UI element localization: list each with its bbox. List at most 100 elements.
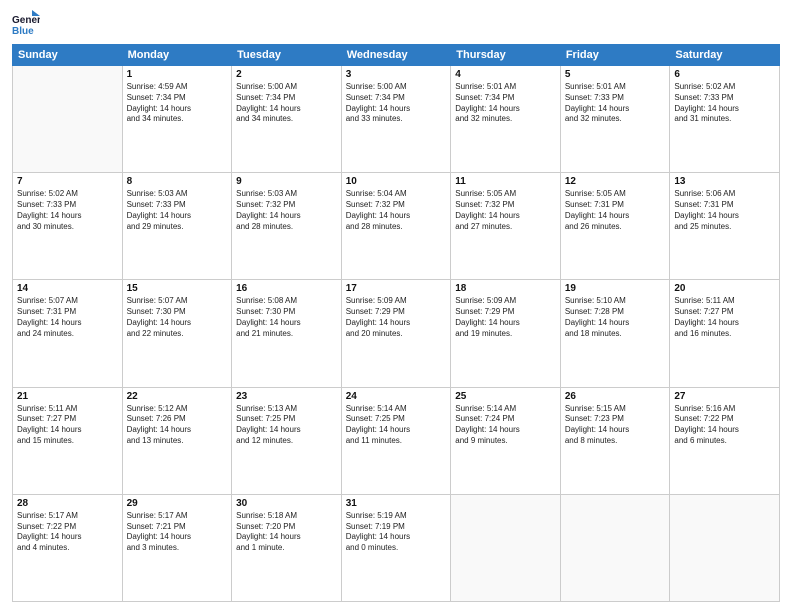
day-number: 22 <box>127 391 228 402</box>
svg-text:Blue: Blue <box>12 26 34 37</box>
day-number: 20 <box>674 283 775 294</box>
day-number: 9 <box>236 176 337 187</box>
logo: GeneralBlue <box>12 10 42 38</box>
cell-info: Sunrise: 5:08 AMSunset: 7:30 PMDaylight:… <box>236 296 337 339</box>
cell-info: Sunrise: 5:07 AMSunset: 7:31 PMDaylight:… <box>17 296 118 339</box>
calendar-cell <box>13 66 123 173</box>
day-number: 19 <box>565 283 666 294</box>
col-header-saturday: Saturday <box>670 45 780 66</box>
week-row-3: 14 Sunrise: 5:07 AMSunset: 7:31 PMDayligh… <box>13 280 780 387</box>
cell-info: Sunrise: 5:05 AMSunset: 7:31 PMDaylight:… <box>565 189 666 232</box>
day-number: 26 <box>565 391 666 402</box>
cell-info: Sunrise: 5:17 AMSunset: 7:22 PMDaylight:… <box>17 511 118 554</box>
calendar-cell: 6Sunrise: 5:02 AMSunset: 7:33 PMDaylight… <box>670 66 780 173</box>
cell-info: Sunrise: 5:00 AMSunset: 7:34 PMDaylight:… <box>236 82 337 125</box>
day-number: 18 <box>455 283 556 294</box>
day-number: 23 <box>236 391 337 402</box>
cell-info: Sunrise: 5:06 AMSunset: 7:31 PMDaylight:… <box>674 189 775 232</box>
calendar-cell: 11Sunrise: 5:05 AMSunset: 7:32 PMDayligh… <box>451 173 561 280</box>
calendar-cell <box>451 494 561 601</box>
calendar-cell: 14 Sunrise: 5:07 AMSunset: 7:31 PMDayligh… <box>13 280 123 387</box>
col-header-wednesday: Wednesday <box>341 45 451 66</box>
calendar-cell: 21 Sunrise: 5:11 AMSunset: 7:27 PMDayligh… <box>13 387 123 494</box>
cell-info: Sunrise: 5:10 AMSunset: 7:28 PMDaylight:… <box>565 296 666 339</box>
calendar-cell: 28 Sunrise: 5:17 AMSunset: 7:22 PMDayligh… <box>13 494 123 601</box>
day-number: 1 <box>127 69 228 80</box>
cell-info: Sunrise: 5:16 AMSunset: 7:22 PMDaylight:… <box>674 404 775 447</box>
calendar-cell: 26 Sunrise: 5:15 AMSunset: 7:23 PMDayligh… <box>560 387 670 494</box>
day-number: 14 <box>17 283 118 294</box>
calendar-cell <box>560 494 670 601</box>
calendar-cell: 1 Sunrise: 4:59 AMSunset: 7:34 PMDaylight… <box>122 66 232 173</box>
day-number: 13 <box>674 176 775 187</box>
day-number: 29 <box>127 498 228 509</box>
cell-info: Sunrise: 5:07 AMSunset: 7:30 PMDaylight:… <box>127 296 228 339</box>
day-number: 8 <box>127 176 228 187</box>
day-number: 12 <box>565 176 666 187</box>
calendar-cell: 19 Sunrise: 5:10 AMSunset: 7:28 PMDayligh… <box>560 280 670 387</box>
calendar-cell: 4 Sunrise: 5:01 AMSunset: 7:34 PMDaylight… <box>451 66 561 173</box>
day-number: 7 <box>17 176 118 187</box>
cell-info: Sunrise: 5:13 AMSunset: 7:25 PMDaylight:… <box>236 404 337 447</box>
day-number: 2 <box>236 69 337 80</box>
calendar-cell: 8 Sunrise: 5:03 AMSunset: 7:33 PMDaylight… <box>122 173 232 280</box>
day-number: 31 <box>346 498 447 509</box>
day-number: 16 <box>236 283 337 294</box>
day-number: 25 <box>455 391 556 402</box>
week-row-1: 1 Sunrise: 4:59 AMSunset: 7:34 PMDaylight… <box>13 66 780 173</box>
calendar-cell: 13 Sunrise: 5:06 AMSunset: 7:31 PMDayligh… <box>670 173 780 280</box>
cell-info: Sunrise: 5:03 AMSunset: 7:32 PMDaylight:… <box>236 189 337 232</box>
day-number: 21 <box>17 391 118 402</box>
cell-info: Sunrise: 5:11 AMSunset: 7:27 PMDaylight:… <box>674 296 775 339</box>
calendar-cell: 30Sunrise: 5:18 AMSunset: 7:20 PMDayligh… <box>232 494 342 601</box>
day-number: 27 <box>674 391 775 402</box>
cell-info: Sunrise: 5:02 AMSunset: 7:33 PMDaylight:… <box>17 189 118 232</box>
col-header-sunday: Sunday <box>13 45 123 66</box>
cell-info: Sunrise: 4:59 AMSunset: 7:34 PMDaylight:… <box>127 82 228 125</box>
calendar-cell: 31 Sunrise: 5:19 AMSunset: 7:19 PMDayligh… <box>341 494 451 601</box>
week-row-2: 7 Sunrise: 5:02 AMSunset: 7:33 PMDaylight… <box>13 173 780 280</box>
calendar-cell: 12 Sunrise: 5:05 AMSunset: 7:31 PMDayligh… <box>560 173 670 280</box>
cell-info: Sunrise: 5:03 AMSunset: 7:33 PMDaylight:… <box>127 189 228 232</box>
calendar-cell: 10 Sunrise: 5:04 AMSunset: 7:32 PMDayligh… <box>341 173 451 280</box>
calendar-cell: 22 Sunrise: 5:12 AMSunset: 7:26 PMDayligh… <box>122 387 232 494</box>
calendar-cell: 9 Sunrise: 5:03 AMSunset: 7:32 PMDaylight… <box>232 173 342 280</box>
calendar-cell: 7 Sunrise: 5:02 AMSunset: 7:33 PMDaylight… <box>13 173 123 280</box>
calendar-cell: 25Sunrise: 5:14 AMSunset: 7:24 PMDayligh… <box>451 387 561 494</box>
col-header-friday: Friday <box>560 45 670 66</box>
cell-info: Sunrise: 5:19 AMSunset: 7:19 PMDaylight:… <box>346 511 447 554</box>
calendar-cell: 2 Sunrise: 5:00 AMSunset: 7:34 PMDaylight… <box>232 66 342 173</box>
cell-info: Sunrise: 5:12 AMSunset: 7:26 PMDaylight:… <box>127 404 228 447</box>
week-row-4: 21 Sunrise: 5:11 AMSunset: 7:27 PMDayligh… <box>13 387 780 494</box>
cell-info: Sunrise: 5:11 AMSunset: 7:27 PMDaylight:… <box>17 404 118 447</box>
day-number: 28 <box>17 498 118 509</box>
calendar-cell: 5Sunrise: 5:01 AMSunset: 7:33 PMDaylight… <box>560 66 670 173</box>
cell-info: Sunrise: 5:02 AMSunset: 7:33 PMDaylight:… <box>674 82 775 125</box>
day-number: 3 <box>346 69 447 80</box>
cell-info: Sunrise: 5:01 AMSunset: 7:33 PMDaylight:… <box>565 82 666 125</box>
calendar-cell <box>670 494 780 601</box>
calendar-cell: 27 Sunrise: 5:16 AMSunset: 7:22 PMDayligh… <box>670 387 780 494</box>
day-number: 17 <box>346 283 447 294</box>
cell-info: Sunrise: 5:17 AMSunset: 7:21 PMDaylight:… <box>127 511 228 554</box>
col-header-monday: Monday <box>122 45 232 66</box>
logo-icon: GeneralBlue <box>12 10 40 38</box>
cell-info: Sunrise: 5:09 AMSunset: 7:29 PMDaylight:… <box>455 296 556 339</box>
calendar-cell: 20 Sunrise: 5:11 AMSunset: 7:27 PMDayligh… <box>670 280 780 387</box>
svg-text:General: General <box>12 15 40 26</box>
day-number: 30 <box>236 498 337 509</box>
calendar-cell: 3Sunrise: 5:00 AMSunset: 7:34 PMDaylight… <box>341 66 451 173</box>
cell-info: Sunrise: 5:15 AMSunset: 7:23 PMDaylight:… <box>565 404 666 447</box>
calendar-cell: 18 Sunrise: 5:09 AMSunset: 7:29 PMDayligh… <box>451 280 561 387</box>
day-number: 4 <box>455 69 556 80</box>
cell-info: Sunrise: 5:04 AMSunset: 7:32 PMDaylight:… <box>346 189 447 232</box>
cell-info: Sunrise: 5:01 AMSunset: 7:34 PMDaylight:… <box>455 82 556 125</box>
col-header-thursday: Thursday <box>451 45 561 66</box>
day-number: 10 <box>346 176 447 187</box>
cell-info: Sunrise: 5:14 AMSunset: 7:25 PMDaylight:… <box>346 404 447 447</box>
day-number: 24 <box>346 391 447 402</box>
calendar-cell: 24 Sunrise: 5:14 AMSunset: 7:25 PMDayligh… <box>341 387 451 494</box>
week-row-5: 28 Sunrise: 5:17 AMSunset: 7:22 PMDayligh… <box>13 494 780 601</box>
header: GeneralBlue <box>12 10 780 38</box>
calendar-cell: 15Sunrise: 5:07 AMSunset: 7:30 PMDayligh… <box>122 280 232 387</box>
